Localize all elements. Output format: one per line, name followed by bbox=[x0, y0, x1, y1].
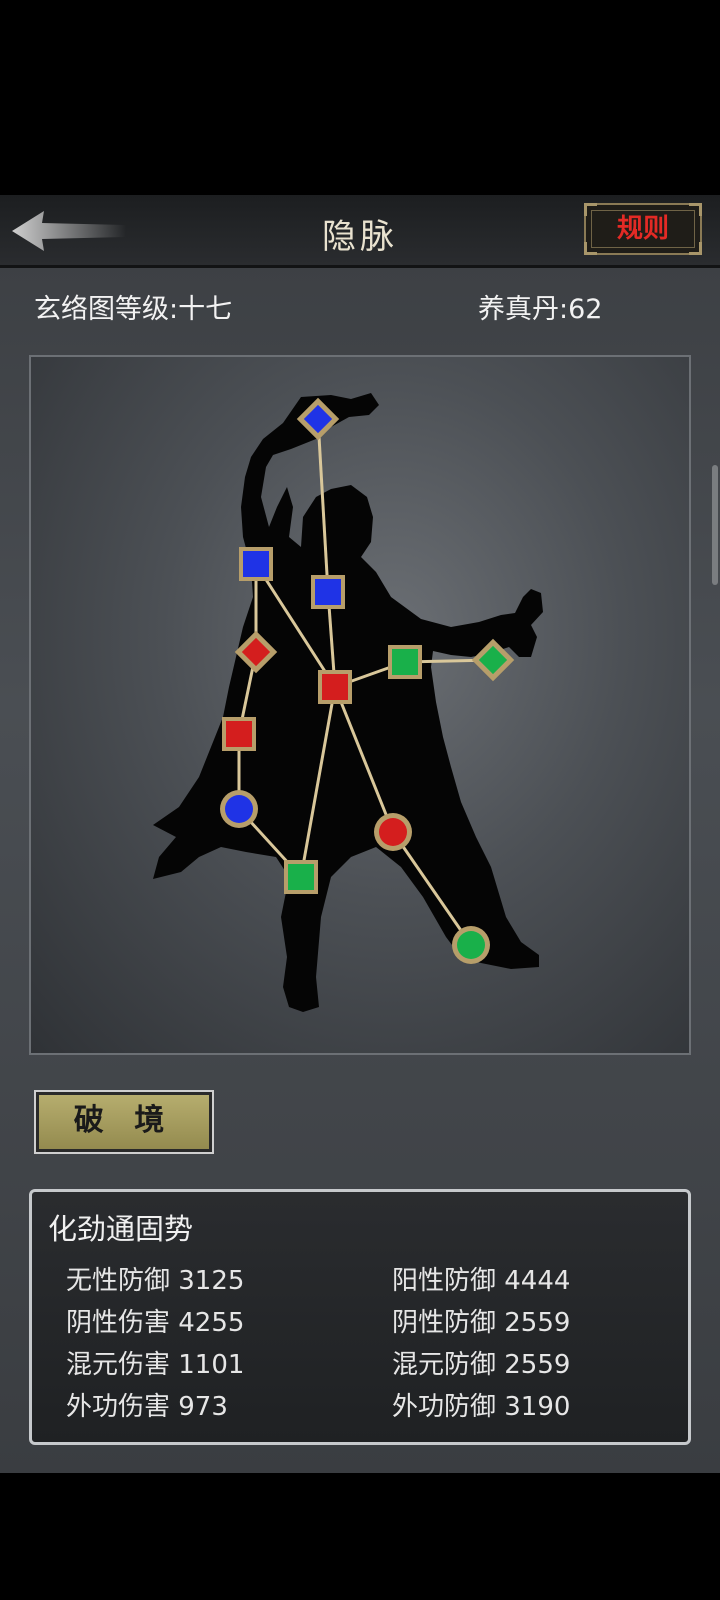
node-n8[interactable] bbox=[318, 670, 352, 704]
node-n11[interactable] bbox=[284, 860, 318, 894]
meridian-diagram bbox=[153, 393, 543, 1012]
break-realm-label: 破 境 bbox=[73, 1103, 175, 1138]
rules-button[interactable]: 规则 bbox=[584, 203, 702, 255]
node-n10[interactable] bbox=[374, 813, 412, 851]
status-area bbox=[0, 0, 720, 195]
node-n5[interactable] bbox=[222, 717, 256, 751]
node-n2[interactable] bbox=[239, 547, 273, 581]
stat-left-2: 阴性伤害 4255 bbox=[66, 1308, 245, 1338]
stats-panel: 化劲通固势 无性防御 3125 阴性伤害 4255 混元伤害 1101 外功伤害… bbox=[29, 1189, 691, 1445]
node-n3[interactable] bbox=[311, 575, 345, 609]
meridian-map bbox=[29, 355, 691, 1055]
stat-left-3: 混元伤害 1101 bbox=[66, 1350, 245, 1380]
pill-count: 养真丹:62 bbox=[478, 294, 603, 325]
rules-label: 规则 bbox=[616, 214, 669, 244]
break-realm-button[interactable]: 破 境 bbox=[34, 1090, 214, 1154]
header-bar: 隐脉 规则 bbox=[0, 195, 720, 268]
stats-heading: 化劲通固势 bbox=[48, 1212, 194, 1246]
node-n9[interactable] bbox=[220, 790, 258, 828]
scrollbar[interactable] bbox=[712, 465, 718, 585]
stat-right-2: 阴性防御 2559 bbox=[392, 1308, 571, 1338]
stat-right-3: 混元防御 2559 bbox=[392, 1350, 571, 1380]
stat-right-4: 外功防御 3190 bbox=[392, 1392, 571, 1422]
stat-left-4: 外功伤害 973 bbox=[66, 1392, 228, 1422]
meridian-screen: 隐脉 规则 玄络图等级:十七 养真丹:62 破 境 化劲通固势 无性防御 312… bbox=[0, 195, 720, 1473]
navigation-area bbox=[0, 1473, 720, 1600]
node-n12[interactable] bbox=[452, 926, 490, 964]
node-n6[interactable] bbox=[388, 645, 422, 679]
stat-left-1: 无性防御 3125 bbox=[66, 1266, 245, 1296]
chart-level: 玄络图等级:十七 bbox=[34, 294, 233, 325]
stat-right-1: 阳性防御 4444 bbox=[392, 1266, 571, 1296]
